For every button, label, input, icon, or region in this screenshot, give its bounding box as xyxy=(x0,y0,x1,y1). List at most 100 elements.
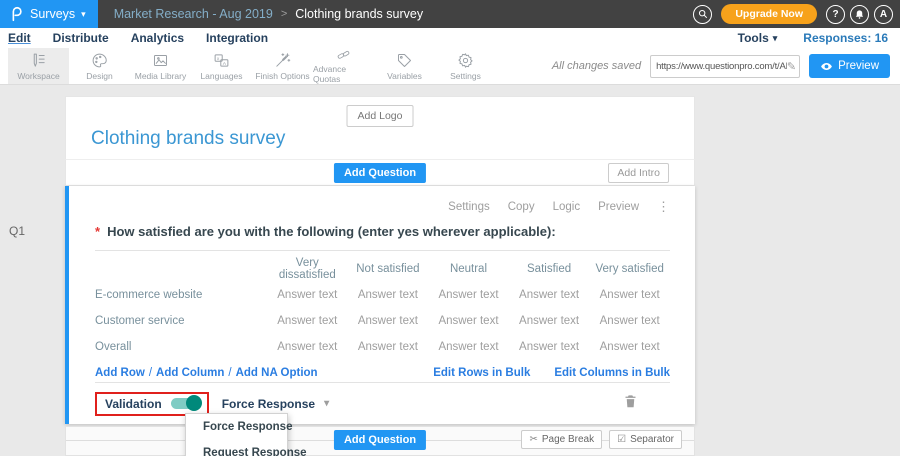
answer-cell[interactable]: Answer text xyxy=(267,341,348,353)
answer-cell[interactable]: Answer text xyxy=(428,341,509,353)
answer-cell[interactable]: Answer text xyxy=(428,315,509,327)
nav-right: Tools▾ Responses: 16 xyxy=(738,31,900,45)
add-column-link[interactable]: Add Column xyxy=(156,367,224,379)
edit-url-icon[interactable]: ✎ xyxy=(787,60,796,73)
questionpro-logo-icon xyxy=(9,6,24,22)
column-header[interactable]: Neutral xyxy=(428,263,509,275)
answer-cell[interactable]: Answer text xyxy=(509,289,590,301)
breadcrumb-folder[interactable]: Market Research - Aug 2019 xyxy=(114,7,273,21)
edit-columns-bulk-link[interactable]: Edit Columns in Bulk xyxy=(554,367,670,379)
column-header[interactable]: Satisfied xyxy=(509,263,590,275)
separator-button[interactable]: ☑Separator xyxy=(609,430,682,449)
validation-type-dropdown[interactable]: Force Response ▾ xyxy=(222,397,329,411)
answer-cell[interactable]: Answer text xyxy=(589,289,670,301)
kebab-menu-icon[interactable]: ⋮ xyxy=(657,199,670,215)
row-label[interactable]: Overall xyxy=(95,341,267,353)
page-break-icon: ✂ xyxy=(529,434,537,445)
add-question-button-top[interactable]: Add Question xyxy=(334,163,426,183)
add-na-option-link[interactable]: Add NA Option xyxy=(236,367,318,379)
answer-cell[interactable]: Answer text xyxy=(428,289,509,301)
toolbar-item-languages[interactable]: xA Languages xyxy=(191,48,252,84)
gear-icon xyxy=(457,52,474,69)
workspace-icon xyxy=(30,52,47,69)
avatar[interactable]: A xyxy=(874,5,893,24)
answer-cell[interactable]: Answer text xyxy=(589,315,670,327)
answer-cell[interactable]: Answer text xyxy=(348,341,429,353)
column-header[interactable]: Very dissatisfied xyxy=(267,257,348,281)
column-header[interactable]: Very satisfied xyxy=(589,263,670,275)
toolbar-item-advance-quotas[interactable]: Advance Quotas xyxy=(313,48,374,84)
survey-title[interactable]: Clothing brands survey xyxy=(91,128,285,150)
toolbar-item-label: Variables xyxy=(387,71,422,81)
question-text-row: * How satisfied are you with the followin… xyxy=(95,224,670,251)
editor-toolbar: Workspace Design Media Library xA Langua… xyxy=(0,48,900,85)
notifications-button[interactable] xyxy=(850,5,869,24)
row-column-links: Add Row/Add Column/Add NA Option xyxy=(95,367,318,379)
question-menu: Settings Copy Logic Preview ⋮ xyxy=(95,186,670,215)
survey-card: Add Logo Clothing brands survey Add Ques… xyxy=(65,96,695,424)
trash-icon xyxy=(623,393,638,409)
dropdown-option-force-response[interactable]: Force Response xyxy=(186,414,287,440)
tab-analytics[interactable]: Analytics xyxy=(131,31,184,45)
answer-cell[interactable]: Answer text xyxy=(267,289,348,301)
required-asterisk: * xyxy=(95,224,100,239)
question-logic-link[interactable]: Logic xyxy=(553,201,581,213)
validation-toggle[interactable] xyxy=(171,398,200,409)
answer-cell[interactable]: Answer text xyxy=(509,341,590,353)
column-header[interactable]: Not satisfied xyxy=(348,263,429,275)
delete-question-button[interactable] xyxy=(623,393,638,414)
toolbar-item-label: Finish Options xyxy=(255,71,309,81)
answer-cell[interactable]: Answer text xyxy=(267,315,348,327)
answer-cell[interactable]: Answer text xyxy=(348,315,429,327)
help-button[interactable]: ? xyxy=(826,5,845,24)
tools-menu[interactable]: Tools▾ xyxy=(738,31,778,45)
toolbar-item-workspace[interactable]: Workspace xyxy=(8,48,69,84)
question-block: Settings Copy Logic Preview ⋮ * How satis… xyxy=(65,186,695,424)
add-question-button-bottom[interactable]: Add Question xyxy=(334,430,426,450)
search-icon xyxy=(698,9,708,19)
row-label[interactable]: E-commerce website xyxy=(95,289,267,301)
toolbar-item-label: Design xyxy=(86,71,112,81)
add-logo-button[interactable]: Add Logo xyxy=(347,105,414,127)
upgrade-button[interactable]: Upgrade Now xyxy=(721,4,817,24)
question-copy-link[interactable]: Copy xyxy=(508,201,535,213)
survey-url-input[interactable] xyxy=(656,61,787,72)
matrix-row: Customer service Answer text Answer text… xyxy=(95,308,670,334)
toolbar-item-settings[interactable]: Settings xyxy=(435,48,496,84)
answer-cell[interactable]: Answer text xyxy=(348,289,429,301)
toggle-knob xyxy=(186,395,202,411)
toolbar-item-design[interactable]: Design xyxy=(69,48,130,84)
question-text[interactable]: How satisfied are you with the following… xyxy=(107,224,556,239)
responses-count[interactable]: Responses: 16 xyxy=(803,31,888,45)
edit-rows-bulk-link[interactable]: Edit Rows in Bulk xyxy=(433,367,530,379)
dropdown-option-request-response[interactable]: Request Response xyxy=(186,440,287,456)
row-label[interactable]: Customer service xyxy=(95,315,267,327)
page-break-button[interactable]: ✂Page Break xyxy=(521,430,602,449)
toolbar-item-label: Media Library xyxy=(135,71,187,81)
add-row-link[interactable]: Add Row xyxy=(95,367,145,379)
tab-edit[interactable]: Edit xyxy=(8,31,31,45)
module-nav: Edit Distribute Analytics Integration To… xyxy=(0,28,900,48)
toolbar-right: All changes saved ✎ Preview xyxy=(552,48,900,84)
answer-cell[interactable]: Answer text xyxy=(589,341,670,353)
toolbar-item-label: Settings xyxy=(450,71,481,81)
toolbar-item-variables[interactable]: Variables xyxy=(374,48,435,84)
topbar: Surveys ▾ Market Research - Aug 2019 > C… xyxy=(0,0,900,28)
question-preview-link[interactable]: Preview xyxy=(598,201,639,213)
toolbar-item-label: Advance Quotas xyxy=(313,64,374,84)
question-settings-link[interactable]: Settings xyxy=(448,201,490,213)
toolbar-item-media-library[interactable]: Media Library xyxy=(130,48,191,84)
topbar-actions: Upgrade Now ? A xyxy=(693,4,900,24)
answer-cell[interactable]: Answer text xyxy=(509,315,590,327)
toolbar-item-finish-options[interactable]: Finish Options xyxy=(252,48,313,84)
preview-button[interactable]: Preview xyxy=(809,54,890,78)
separator-label: Separator xyxy=(630,434,674,445)
add-intro-button[interactable]: Add Intro xyxy=(608,163,669,183)
eye-icon xyxy=(820,60,833,73)
breadcrumb-separator: > xyxy=(281,8,287,20)
table-edit-links: Add Row/Add Column/Add NA Option Edit Ro… xyxy=(95,367,670,379)
search-button[interactable] xyxy=(693,5,712,24)
surveys-app-menu[interactable]: Surveys ▾ xyxy=(0,0,98,28)
tab-distribute[interactable]: Distribute xyxy=(53,31,109,45)
tab-integration[interactable]: Integration xyxy=(206,31,268,45)
